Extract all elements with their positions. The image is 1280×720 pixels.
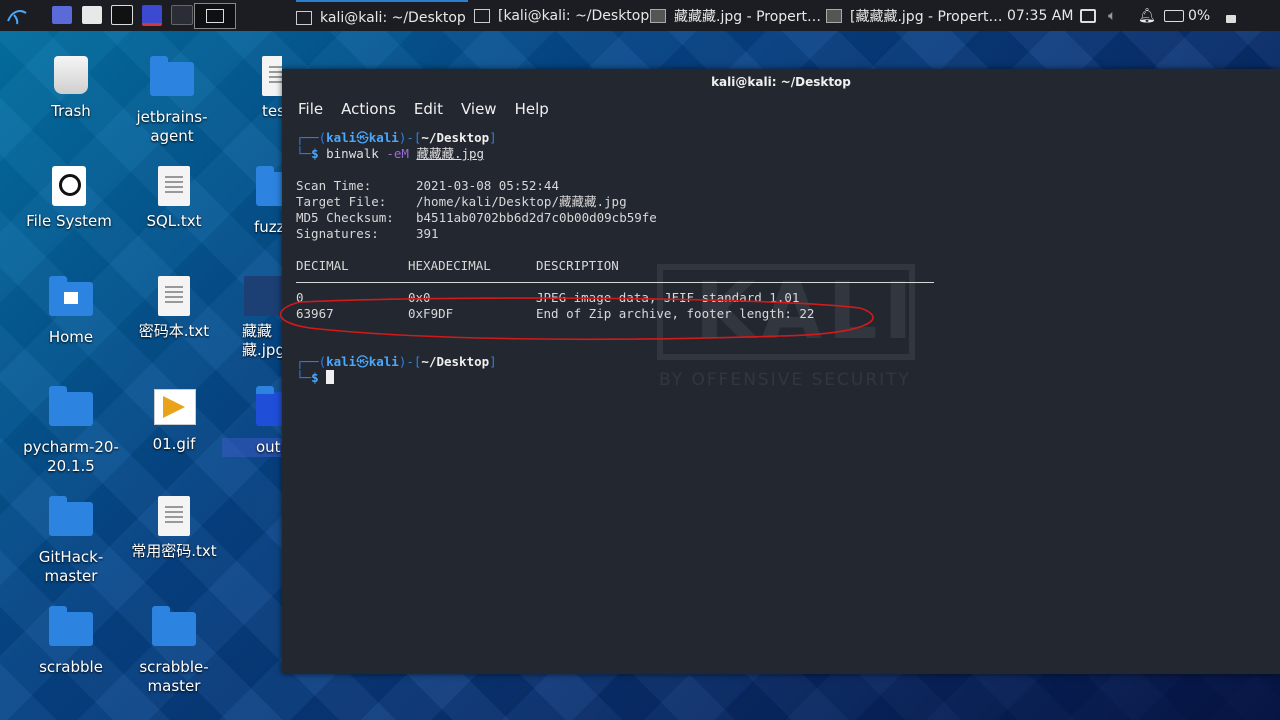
terminal-icon (296, 10, 312, 25)
file-manager-icon[interactable] (80, 3, 104, 27)
top-panel: kali@kali: ~/Desktop [kali@kali: ~/Deskt… (0, 0, 1280, 31)
clock[interactable]: 07:35 AM (1007, 0, 1073, 31)
properties-icon (650, 8, 666, 23)
properties-icon (826, 8, 842, 23)
lock-icon[interactable] (1226, 0, 1236, 31)
terminal-icon (474, 8, 490, 23)
volume-icon[interactable]: 🔈︎ (1108, 0, 1116, 31)
window-icon (206, 9, 224, 23)
workspace-switcher[interactable] (170, 3, 194, 27)
taskbar-item-terminal[interactable]: kali@kali: ~/Desktop (296, 0, 468, 33)
kali-menu-icon[interactable] (4, 3, 30, 27)
desktop: kali@kali: ~/Desktop [kali@kali: ~/Deskt… (0, 0, 1280, 720)
taskbar-item-properties[interactable]: 藏藏藏.jpg - Propert… (650, 0, 826, 31)
terminal-launcher-icon[interactable] (110, 3, 134, 27)
screen-recorder-icon[interactable] (140, 3, 164, 27)
active-workspace-indicator[interactable] (194, 3, 236, 29)
taskbar-item-terminal-2[interactable]: [kali@kali: ~/Desktop] (474, 0, 650, 31)
battery-level: 0% (1188, 7, 1211, 24)
taskbar-item-properties-2[interactable]: [藏藏藏.jpg - Propert… (826, 0, 1002, 31)
battery-icon[interactable]: 0% (1164, 0, 1210, 31)
notification-bell-icon[interactable]: 🔔︎ (1138, 0, 1156, 31)
red-annotation-circle (279, 297, 874, 341)
workspace-icon[interactable] (50, 3, 74, 27)
display-icon[interactable] (1080, 0, 1096, 31)
annotation-overlay (279, 297, 874, 341)
